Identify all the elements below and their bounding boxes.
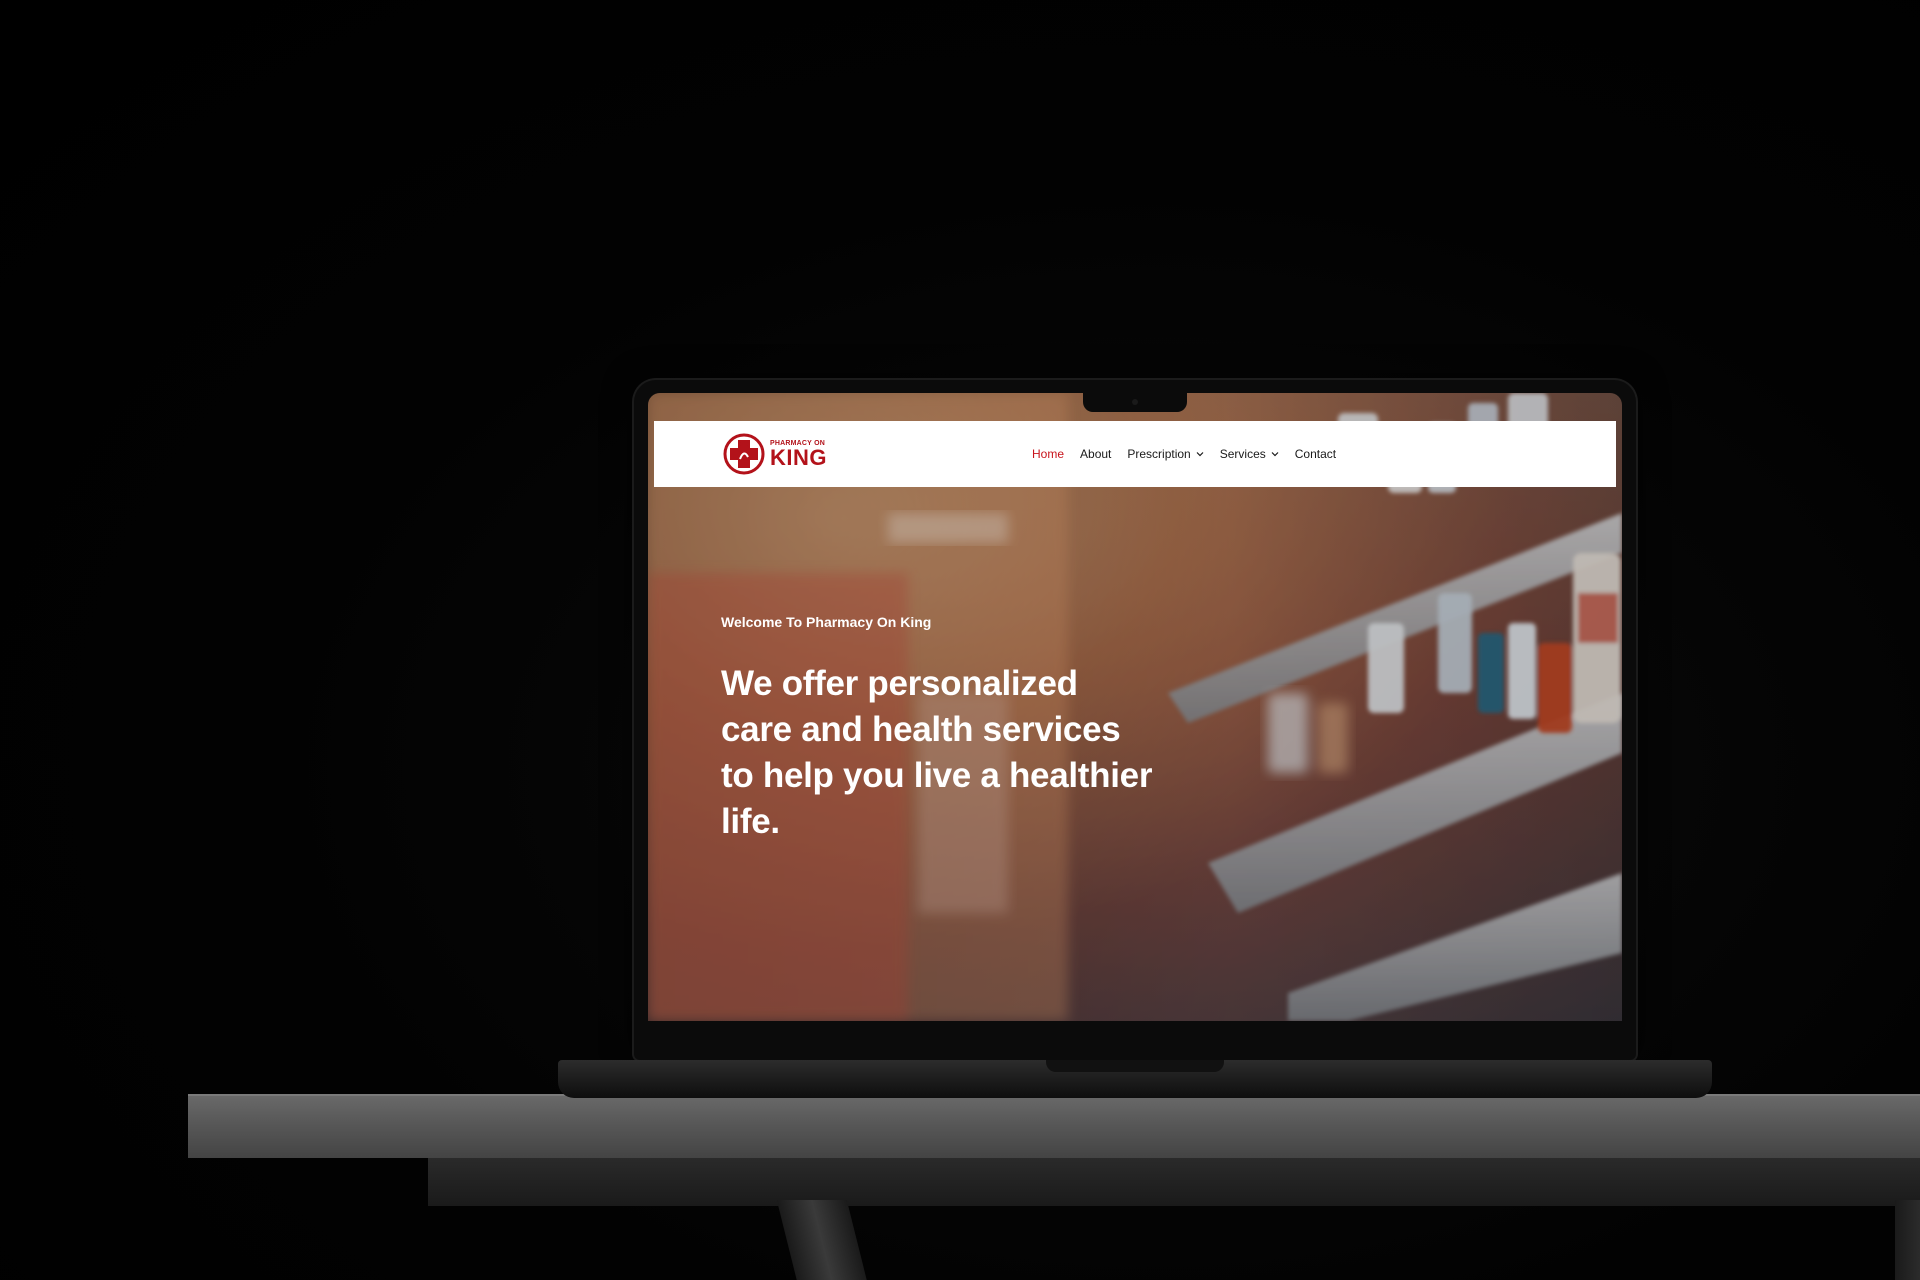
nav-item-contact[interactable]: Contact [1295,447,1336,461]
table-leg [776,1200,870,1280]
hero-headline-line: care and health services [721,710,1121,749]
hero-headline-line: We offer personalized [721,664,1078,703]
hero-headline-line: life. [721,802,780,841]
chevron-down-icon [1271,452,1279,457]
chevron-down-icon [1196,452,1204,457]
hero-headline: We offer personalized care and health se… [721,661,1241,845]
hero-headline-line: to help you live a healthier [721,756,1153,795]
nav-item-label: Home [1032,447,1065,461]
nav-item-label: About [1080,447,1112,461]
site-logo[interactable]: PHARMACY ON KING [722,431,842,477]
camera-notch [1083,393,1187,412]
mockup-scene: PHARMACY ON KING Home About Prescription [0,0,1920,1280]
nav-item-prescription[interactable]: Prescription [1127,447,1204,461]
nav-item-about[interactable]: About [1080,447,1111,461]
site-header: PHARMACY ON KING Home About Prescription [654,421,1616,487]
hero-eyebrow: Welcome To Pharmacy On King [721,614,932,630]
nav-item-label: Services [1219,447,1266,461]
table-leg-right [1895,1200,1920,1280]
nav-item-services[interactable]: Services [1220,447,1279,461]
nav-item-label: Contact [1294,447,1337,461]
table-underside [428,1158,1920,1206]
logo-wordmark: PHARMACY ON KING [770,440,827,469]
nav-item-label: Prescription [1127,447,1191,461]
laptop-opening-notch [1046,1060,1224,1072]
table-top [188,1094,1920,1158]
logo-big-text: KING [770,444,827,470]
main-nav: Home About Prescription Services Contact [1032,421,1336,487]
medical-cross-icon [723,433,765,475]
laptop-screen: PHARMACY ON KING Home About Prescription [648,393,1622,1021]
nav-item-home[interactable]: Home [1032,447,1064,461]
